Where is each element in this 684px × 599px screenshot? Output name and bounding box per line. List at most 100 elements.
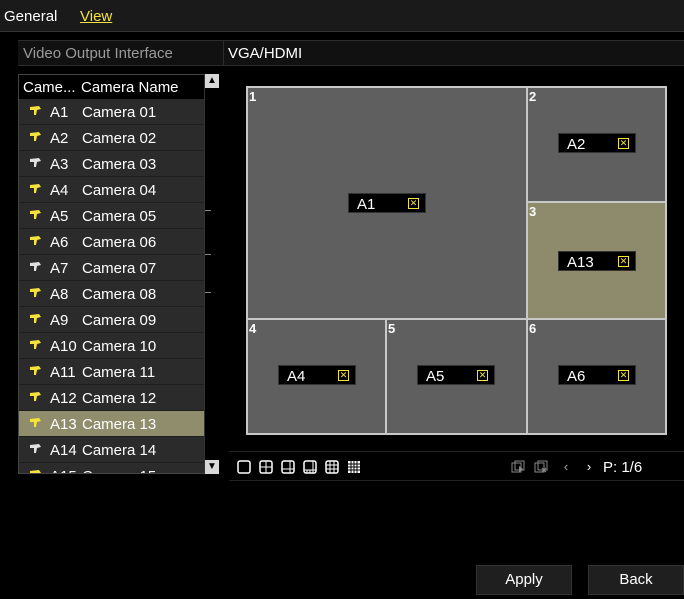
camera-id: A3 xyxy=(50,156,69,173)
camera-icon xyxy=(30,340,41,349)
window-3[interactable]: 3 A13 ✕ xyxy=(528,203,665,318)
camera-list-item[interactable]: A14 Camera 14 xyxy=(19,437,207,463)
camera-list-item[interactable]: A11 Camera 11 xyxy=(19,359,207,385)
tab-bar: General View xyxy=(0,0,684,32)
camera-list-item[interactable]: A4 Camera 04 xyxy=(19,177,207,203)
start-auto-switch-icon[interactable] xyxy=(511,460,525,474)
window-camera-chip: A2 ✕ xyxy=(558,133,636,153)
window-camera-chip: A4 ✕ xyxy=(278,365,356,385)
window-camera-label: A13 xyxy=(567,254,594,271)
camera-name: Camera 02 xyxy=(82,130,157,147)
camera-list-item[interactable]: A9 Camera 09 xyxy=(19,307,207,333)
tab-view[interactable]: View xyxy=(80,8,112,25)
camera-icon xyxy=(30,418,41,427)
scroll-tick xyxy=(205,292,211,293)
video-output-label: Video Output Interface xyxy=(23,45,173,62)
camera-icon xyxy=(30,444,41,453)
camera-list-item[interactable]: A3 Camera 03 xyxy=(19,151,207,177)
camera-list-item[interactable]: A1 Camera 01 xyxy=(19,99,207,125)
tab-general[interactable]: General xyxy=(4,8,57,25)
apply-button[interactable]: Apply xyxy=(476,565,572,595)
window-camera-chip: A13 ✕ xyxy=(558,251,636,271)
column-header-camera[interactable]: Came... xyxy=(23,79,76,96)
layout-grid: 1 A1 ✕ 2 A2 ✕ 3 A13 ✕ 4 A4 ✕ 5 A5 ✕ 6 A6… xyxy=(246,86,667,435)
camera-list-item[interactable]: A15 Camera 15 xyxy=(19,463,207,473)
camera-name: Camera 05 xyxy=(82,208,157,225)
camera-id: A6 xyxy=(50,234,69,251)
camera-list-item[interactable]: A8 Camera 08 xyxy=(19,281,207,307)
camera-id: A7 xyxy=(50,260,69,277)
divider xyxy=(223,41,224,65)
camera-name: Camera 07 xyxy=(82,260,157,277)
window-number: 3 xyxy=(529,204,537,219)
camera-name: Camera 09 xyxy=(82,312,157,329)
camera-id: A11 xyxy=(50,364,76,381)
camera-id: A1 xyxy=(50,104,69,121)
camera-name: Camera 13 xyxy=(82,416,157,433)
layout-1plus7-icon[interactable] xyxy=(303,460,317,474)
camera-id: A9 xyxy=(50,312,69,329)
camera-icon xyxy=(30,366,41,375)
layout-2x2-icon[interactable] xyxy=(259,460,273,474)
camera-id: A4 xyxy=(50,182,69,199)
layout-1x1-icon[interactable] xyxy=(237,460,251,474)
close-icon[interactable]: ✕ xyxy=(618,370,629,381)
camera-list: Came... Camera Name A1 Camera 01 A2 Camera … xyxy=(18,74,208,474)
column-header-camera-name[interactable]: Camera Name xyxy=(81,79,179,96)
video-output-select[interactable]: VGA/HDMI xyxy=(228,45,302,62)
window-camera-label: A5 xyxy=(426,368,445,385)
camera-icon xyxy=(30,184,41,193)
window-number: 1 xyxy=(249,89,257,104)
camera-icon xyxy=(30,106,41,115)
camera-name: Camera 15 xyxy=(82,468,156,473)
camera-list-item[interactable]: A7 Camera 07 xyxy=(19,255,207,281)
close-icon[interactable]: ✕ xyxy=(338,370,349,381)
back-button[interactable]: Back xyxy=(588,565,684,595)
window-2[interactable]: 2 A2 ✕ xyxy=(528,88,665,201)
video-output-row: Video Output Interface VGA/HDMI xyxy=(18,40,684,66)
close-icon[interactable]: ✕ xyxy=(477,370,488,381)
camera-icon xyxy=(30,210,41,219)
layout-1plus5-icon[interactable] xyxy=(281,460,295,474)
camera-name: Camera 14 xyxy=(82,442,157,459)
camera-icon xyxy=(30,470,41,473)
scroll-up-arrow-icon[interactable]: ▲ xyxy=(205,74,219,88)
layout-3x3-icon[interactable] xyxy=(325,460,339,474)
stop-auto-switch-icon[interactable] xyxy=(534,460,548,474)
window-4[interactable]: 4 A4 ✕ xyxy=(248,320,385,433)
camera-list-item[interactable]: A13 Camera 13 xyxy=(19,411,207,437)
camera-name: Camera 01 xyxy=(82,104,157,121)
camera-list-item[interactable]: A10 Camera 10 xyxy=(19,333,207,359)
window-number: 4 xyxy=(249,321,257,336)
next-page-icon[interactable]: › xyxy=(579,457,599,477)
camera-list-item[interactable]: A6 Camera 06 xyxy=(19,229,207,255)
camera-list-item[interactable]: A12 Camera 12 xyxy=(19,385,207,411)
camera-id: A2 xyxy=(50,130,69,147)
prev-page-icon[interactable]: ‹ xyxy=(556,457,576,477)
camera-name: Camera 11 xyxy=(82,364,156,381)
camera-list-item[interactable]: A2 Camera 02 xyxy=(19,125,207,151)
close-icon[interactable]: ✕ xyxy=(618,256,629,267)
scroll-down-arrow-icon[interactable]: ▼ xyxy=(205,460,219,474)
camera-name: Camera 06 xyxy=(82,234,157,251)
camera-icon xyxy=(30,314,41,323)
close-icon[interactable]: ✕ xyxy=(618,138,629,149)
layout-toolbar: ‹ › P: 1/6 xyxy=(229,451,684,481)
camera-list-scrollbar[interactable]: ▲ ▼ xyxy=(204,74,219,474)
layout-4x4-icon[interactable] xyxy=(347,460,361,474)
camera-list-header: Came... Camera Name xyxy=(19,75,207,99)
camera-icon xyxy=(30,236,41,245)
camera-name: Camera 03 xyxy=(82,156,157,173)
camera-name: Camera 12 xyxy=(82,390,157,407)
camera-list-item[interactable]: A5 Camera 05 xyxy=(19,203,207,229)
window-6[interactable]: 6 A6 ✕ xyxy=(528,320,665,433)
window-camera-label: A2 xyxy=(567,136,586,153)
close-icon[interactable]: ✕ xyxy=(408,198,419,209)
camera-id: A10 xyxy=(50,338,77,355)
window-5[interactable]: 5 A5 ✕ xyxy=(387,320,526,433)
scroll-tick xyxy=(205,254,211,255)
camera-name: Camera 04 xyxy=(82,182,157,199)
window-number: 2 xyxy=(529,89,537,104)
window-camera-label: A1 xyxy=(357,196,376,213)
window-1[interactable]: 1 A1 ✕ xyxy=(248,88,526,318)
